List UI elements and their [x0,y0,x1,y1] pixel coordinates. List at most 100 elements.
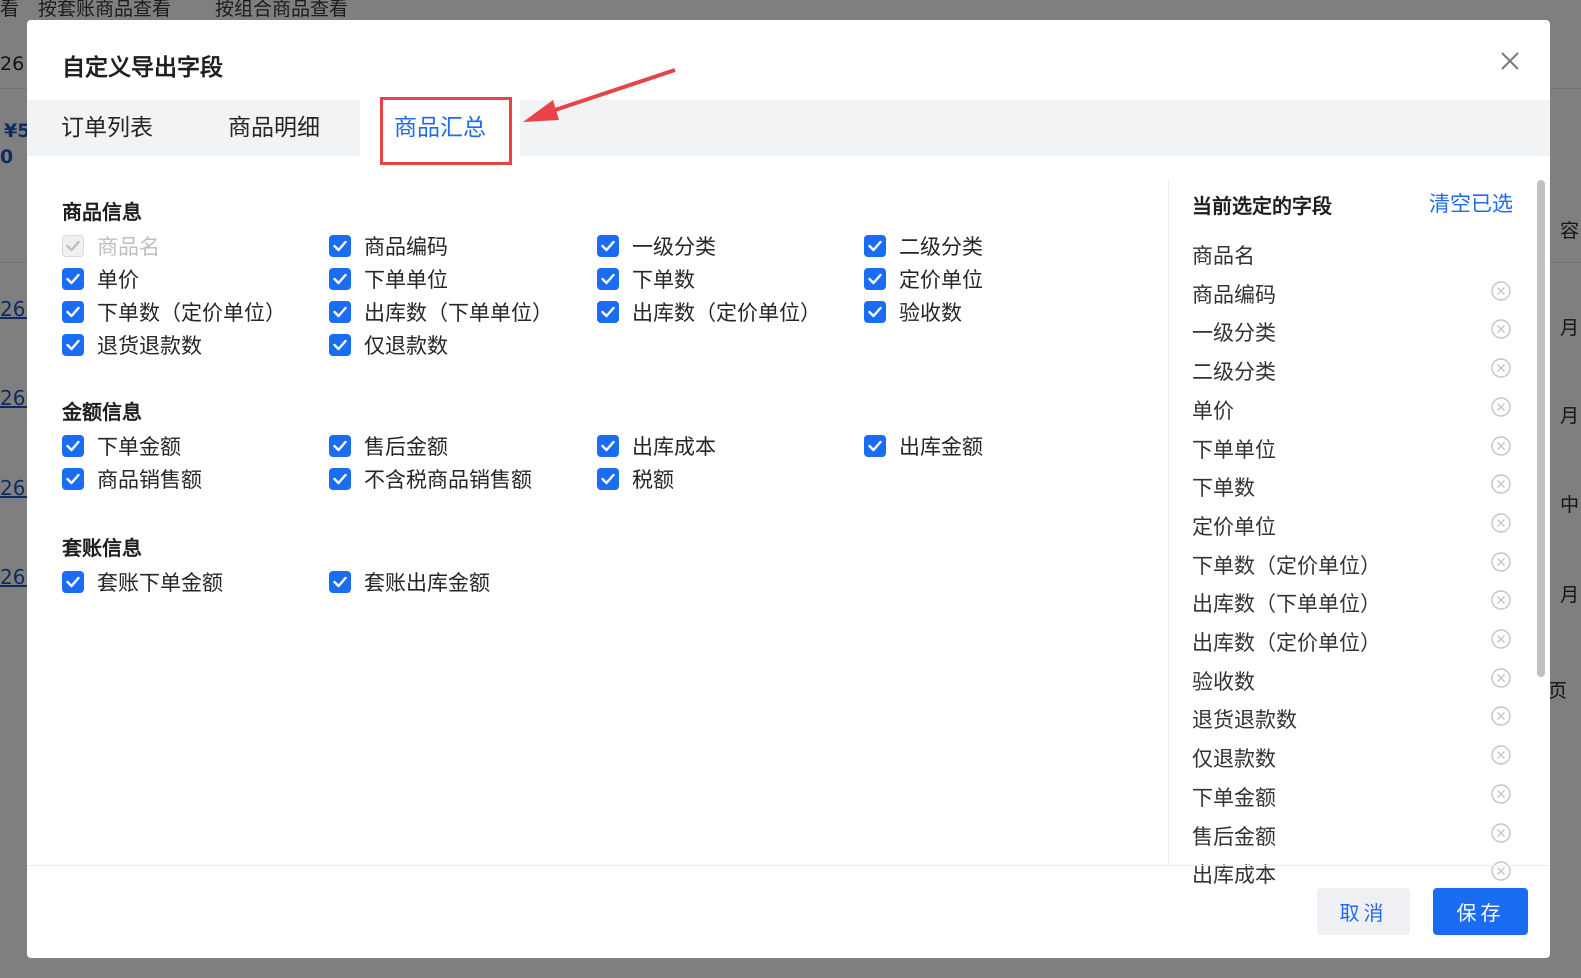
checkmark-icon[interactable] [329,301,351,323]
field-checkbox[interactable]: 不含税商品销售额 [329,465,532,493]
field-label: 出库数（定价单位） [632,301,821,325]
field-checkbox[interactable]: 出库成本 [597,432,716,460]
checkmark-icon[interactable] [62,435,84,457]
selected-field-item: 售后金额 [1192,815,1514,853]
checkmark-icon[interactable] [329,334,351,356]
field-label: 下单数 [632,268,695,292]
remove-circle-icon[interactable] [1490,473,1512,495]
checkmark-icon[interactable] [597,435,619,457]
field-checkbox[interactable]: 售后金额 [329,432,448,460]
field-checkbox[interactable]: 商品编码 [329,232,448,260]
field-label: 仅退款数 [364,334,448,358]
remove-circle-icon[interactable] [1490,628,1512,650]
remove-circle-icon[interactable] [1490,396,1512,418]
selected-field-item: 下单单位 [1192,428,1514,466]
checkmark-icon[interactable] [329,435,351,457]
save-button[interactable]: 保存 [1433,888,1528,935]
selected-field-item: 出库数（下单单位） [1192,582,1514,620]
checkmark-icon[interactable] [62,334,84,356]
selected-field-label: 验收数 [1192,669,1255,694]
checkmark-icon[interactable] [62,301,84,323]
tab-product-detail[interactable]: 商品明细 [194,100,354,156]
field-checkbox[interactable]: 单价 [62,265,139,293]
checkmark-icon[interactable] [597,468,619,490]
selected-field-label: 定价单位 [1192,514,1276,539]
field-label: 下单金额 [97,435,181,459]
field-label: 出库成本 [632,435,716,459]
field-checkbox[interactable]: 下单单位 [329,265,448,293]
tab-bar: 订单列表 商品明细 商品汇总 [27,100,1550,156]
field-label: 验收数 [899,301,962,325]
remove-circle-icon[interactable] [1490,551,1512,573]
field-label: 出库金额 [899,435,983,459]
remove-circle-icon[interactable] [1490,512,1512,534]
field-label: 税额 [632,468,674,492]
selected-field-label: 售后金额 [1192,824,1276,849]
field-checkbox[interactable]: 套账出库金额 [329,568,490,596]
field-checkbox[interactable]: 下单数（定价单位） [62,298,286,326]
clear-selected-button[interactable]: 清空已选 [1429,188,1513,218]
field-checkbox[interactable]: 仅退款数 [329,331,448,359]
checkmark-icon [62,235,84,257]
scrollbar-thumb[interactable] [1537,180,1545,677]
field-label: 下单单位 [364,268,448,292]
group-title: 套账信息 [62,536,142,560]
field-checkbox[interactable]: 套账下单金额 [62,568,223,596]
selected-field-item: 单价 [1192,389,1514,427]
checkmark-icon[interactable] [329,571,351,593]
checkmark-icon[interactable] [329,268,351,290]
remove-circle-icon[interactable] [1490,822,1512,844]
checkmark-icon[interactable] [864,435,886,457]
field-label: 退货退款数 [97,334,202,358]
selected-field-item: 商品名 [1192,234,1514,272]
field-label: 商品名 [97,235,160,259]
checkmark-icon[interactable] [864,301,886,323]
checkmark-icon[interactable] [597,268,619,290]
field-checkbox[interactable]: 出库数（下单单位） [329,298,553,326]
selected-field-label: 退货退款数 [1192,708,1297,733]
checkmark-icon[interactable] [597,301,619,323]
remove-circle-icon[interactable] [1490,280,1512,302]
field-checkbox[interactable]: 出库数（定价单位） [597,298,821,326]
checkmark-icon[interactable] [597,235,619,257]
checkmark-icon[interactable] [62,468,84,490]
checkmark-icon[interactable] [864,235,886,257]
field-checkbox[interactable]: 定价单位 [864,265,983,293]
annotation-highlight-box [380,97,512,165]
selected-field-item: 出库数（定价单位） [1192,621,1514,659]
checkmark-icon[interactable] [864,268,886,290]
remove-circle-icon[interactable] [1490,589,1512,611]
field-checkbox[interactable]: 二级分类 [864,232,983,260]
field-checkbox[interactable]: 下单数 [597,265,695,293]
field-label: 售后金额 [364,435,448,459]
field-label: 不含税商品销售额 [364,468,532,492]
field-checkbox[interactable]: 验收数 [864,298,962,326]
cancel-button[interactable]: 取消 [1317,888,1410,935]
remove-circle-icon[interactable] [1490,667,1512,689]
field-checkbox[interactable]: 一级分类 [597,232,716,260]
checkmark-icon[interactable] [62,571,84,593]
remove-circle-icon[interactable] [1490,744,1512,766]
field-checkbox[interactable]: 出库金额 [864,432,983,460]
field-checkbox[interactable]: 税额 [597,465,674,493]
remove-circle-icon[interactable] [1490,705,1512,727]
field-checkbox[interactable]: 退货退款数 [62,331,202,359]
selected-field-item: 验收数 [1192,660,1514,698]
selected-field-item: 退货退款数 [1192,698,1514,736]
remove-circle-icon[interactable] [1490,860,1512,882]
tab-order-list[interactable]: 订单列表 [27,100,187,156]
remove-circle-icon[interactable] [1490,783,1512,805]
close-icon[interactable] [1497,48,1523,74]
field-checkbox[interactable]: 下单金额 [62,432,181,460]
selected-field-item: 仅退款数 [1192,737,1514,775]
remove-circle-icon[interactable] [1490,357,1512,379]
selected-field-label: 下单金额 [1192,785,1276,810]
selected-fields-list[interactable]: 商品名 商品编码 一级分类 二级分类 单价 下单单位 下单数 定价单位 下单数（定价单位） 出库数… [1192,234,1514,884]
checkmark-icon[interactable] [329,468,351,490]
field-label: 套账下单金额 [97,571,223,595]
remove-circle-icon[interactable] [1490,318,1512,340]
checkmark-icon[interactable] [62,268,84,290]
field-checkbox[interactable]: 商品销售额 [62,465,202,493]
remove-circle-icon[interactable] [1490,435,1512,457]
checkmark-icon[interactable] [329,235,351,257]
